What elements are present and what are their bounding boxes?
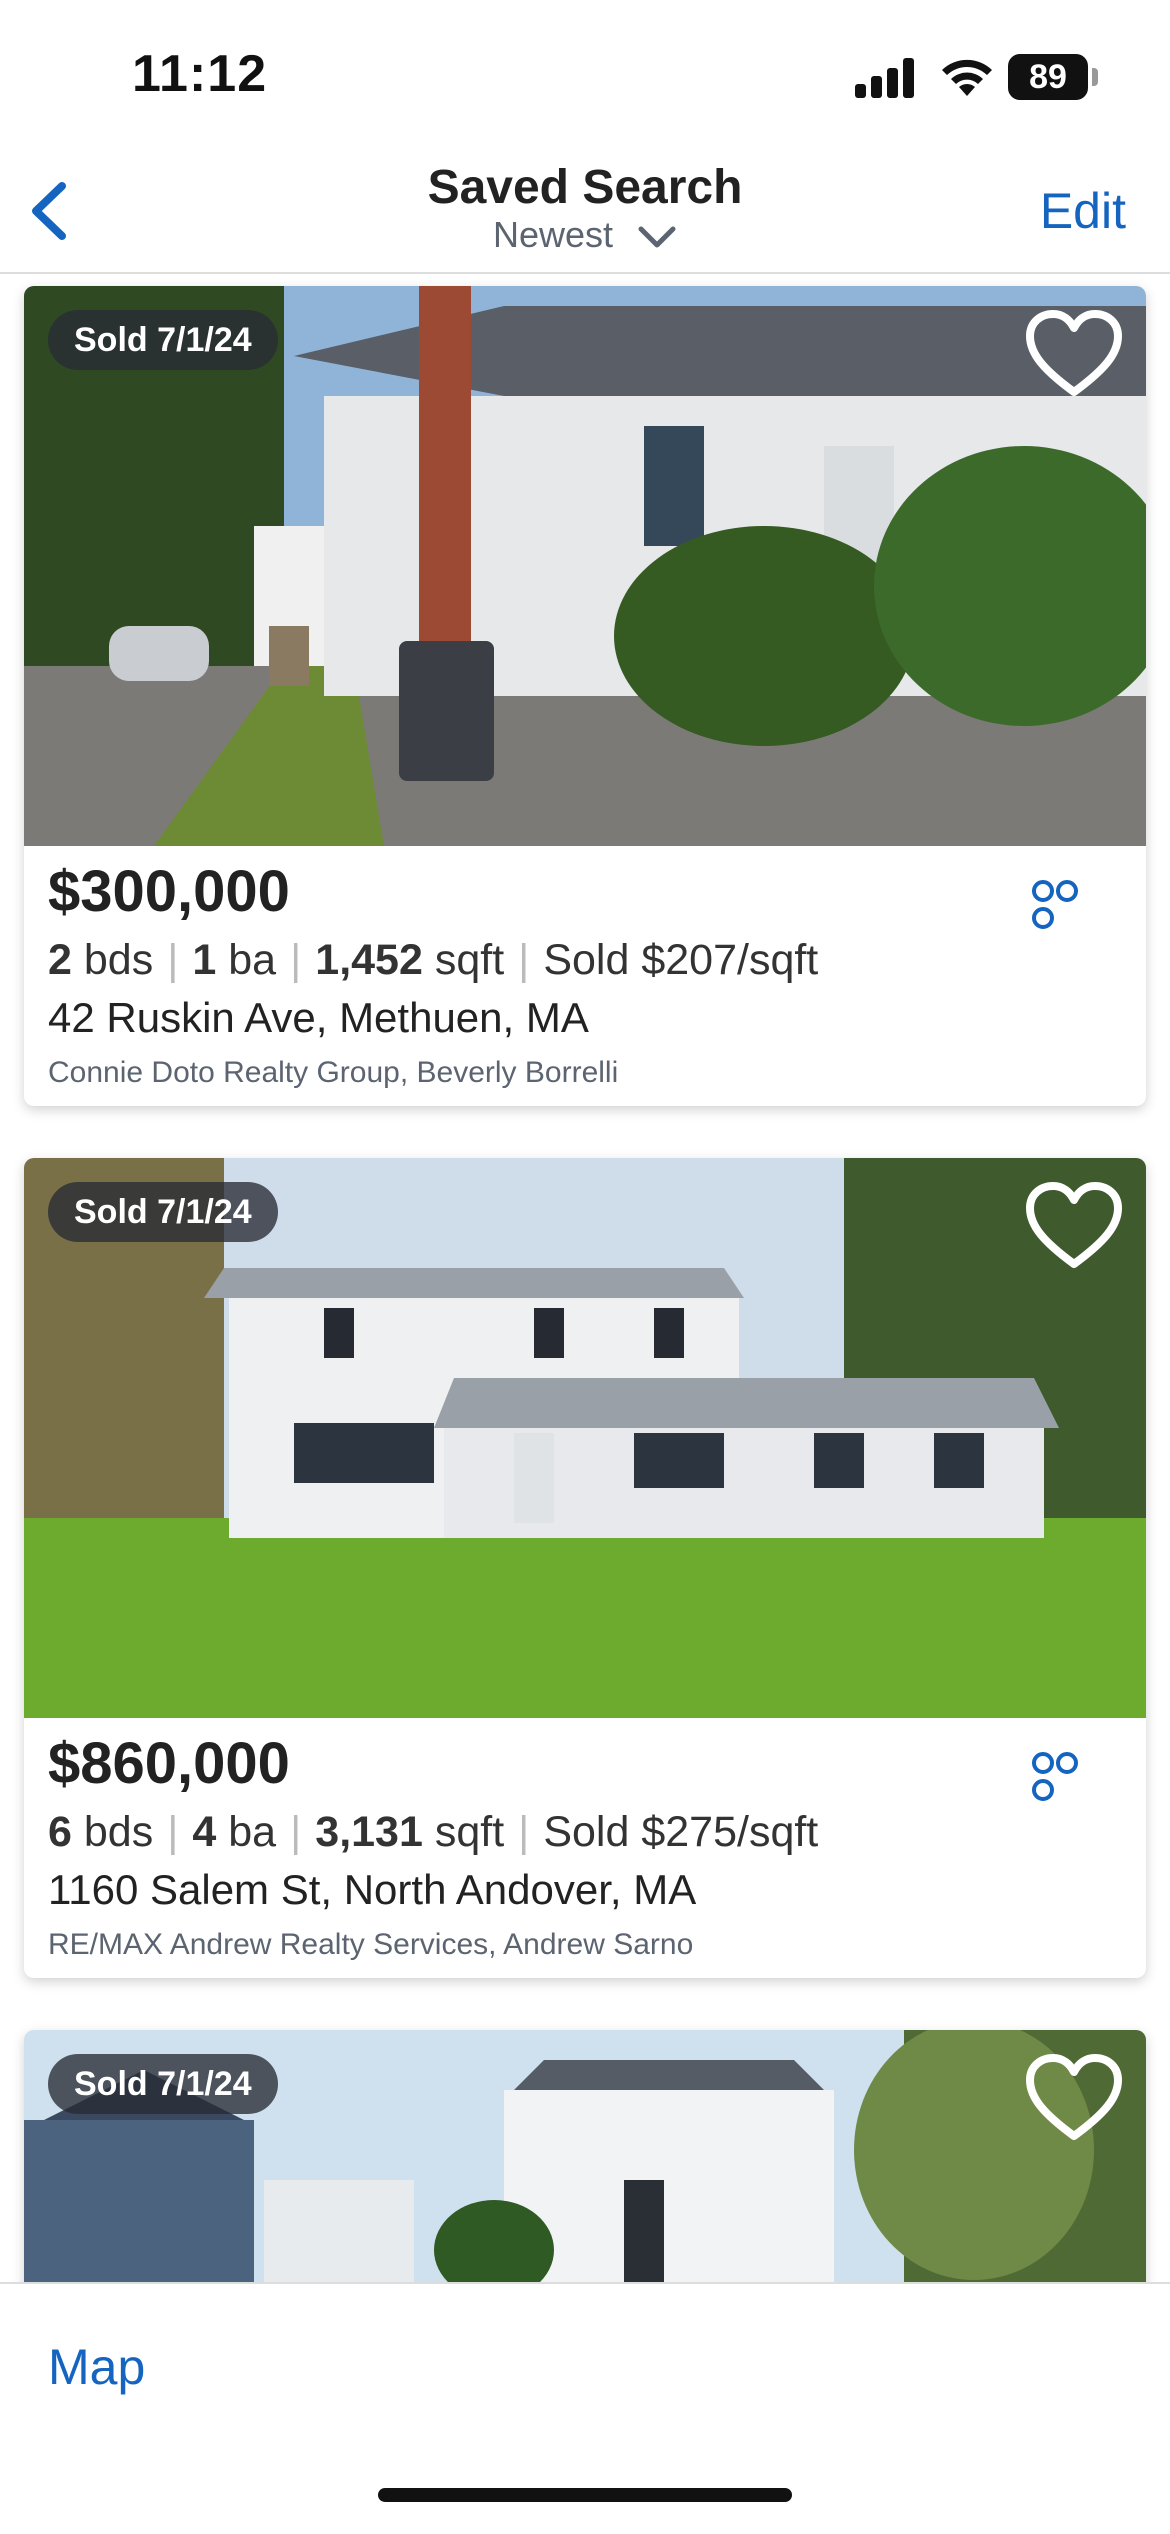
listing-price: $300,000 (48, 859, 290, 924)
status-time: 11:12 (132, 45, 268, 103)
chevron-down-icon (638, 226, 676, 248)
baths-unit: ba (228, 936, 277, 984)
sold-badge: Sold 7/1/24 (48, 310, 278, 370)
divider: | (290, 1808, 302, 1856)
sold-badge: Sold 7/1/24 (48, 1182, 278, 1242)
listing-price: $860,000 (48, 1731, 290, 1796)
more-options-icon[interactable] (1032, 880, 1096, 929)
divider: | (518, 936, 530, 984)
sqft-unit: sqft (434, 1808, 505, 1856)
sold-badge: Sold 7/1/24 (48, 2054, 278, 2114)
listing-address: 42 Ruskin Ave, Methuen, MA (48, 994, 589, 1041)
beds-unit: bds (83, 1808, 154, 1856)
baths-value: 4 (192, 1808, 217, 1856)
status-bar: 11:12 89 (0, 0, 1170, 150)
page-title: Saved Search (427, 161, 743, 214)
baths-unit: ba (228, 1808, 277, 1856)
price-per-sqft: Sold $207/sqft (543, 936, 819, 984)
sort-label: Newest (492, 214, 614, 255)
home-indicator[interactable] (378, 2488, 792, 2502)
price-per-sqft: Sold $275/sqft (543, 1808, 819, 1856)
beds-unit: bds (83, 936, 154, 984)
house-photo-image (24, 286, 1146, 846)
listing-stats: 6 bds | 4 ba | 3,131 sqft | Sold $275/sqft (48, 1808, 818, 1857)
more-options-icon[interactable] (1032, 1752, 1096, 1801)
sqft-unit: sqft (434, 936, 505, 984)
cellular-signal-icon (855, 58, 917, 98)
listing-agent: RE/MAX Andrew Realty Services, Andrew Sa… (48, 1928, 694, 1961)
listing-info: $300,000 2 bds | 1 ba | 1,452 sqft | Sold $207… (24, 846, 1146, 1106)
favorite-heart-icon[interactable] (1024, 2052, 1124, 2144)
wifi-icon (942, 59, 992, 96)
baths-value: 1 (192, 936, 217, 984)
listing-agent: Connie Doto Realty Group, Beverly Borrel… (48, 1056, 619, 1089)
sqft-value: 1,452 (315, 936, 423, 984)
divider: | (518, 1808, 530, 1856)
beds-value: 6 (48, 1808, 72, 1856)
favorite-heart-icon[interactable] (1024, 1180, 1124, 1272)
listing-stats: 2 bds | 1 ba | 1,452 sqft | Sold $207/sqft (48, 936, 818, 985)
listing-info: $860,000 6 bds | 4 ba | 3,131 sqft | Sold $275… (24, 1718, 1146, 1978)
sqft-value: 3,131 (315, 1808, 423, 1856)
favorite-heart-icon[interactable] (1024, 308, 1124, 400)
divider: | (167, 1808, 179, 1856)
listing-card[interactable]: Sold 7/1/24 $300,000 2 bds | 1 ba | 1,452 sq… (24, 286, 1146, 1106)
battery-tip (1092, 68, 1098, 86)
beds-value: 2 (48, 936, 72, 984)
battery-indicator: 89 (1008, 54, 1088, 100)
nav-header: Saved Search Newest Edit (0, 150, 1170, 274)
listing-photo[interactable]: Sold 7/1/24 (24, 286, 1146, 846)
divider: | (290, 936, 302, 984)
map-button[interactable]: Map (48, 2338, 145, 2396)
listing-photo[interactable]: Sold 7/1/24 (24, 2030, 1146, 2290)
sort-selector[interactable]: Newest (0, 214, 1170, 256)
edit-button[interactable]: Edit (1040, 182, 1126, 240)
listing-photo[interactable]: Sold 7/1/24 (24, 1158, 1146, 1718)
listing-card[interactable]: Sold 7/1/24 (24, 2030, 1146, 2290)
house-photo-image (24, 1158, 1146, 1718)
divider: | (167, 936, 179, 984)
listing-card[interactable]: Sold 7/1/24 $860,000 6 bds | 4 ba | 3,131 sq… (24, 1158, 1146, 1978)
listing-address: 1160 Salem St, North Andover, MA (48, 1866, 697, 1913)
